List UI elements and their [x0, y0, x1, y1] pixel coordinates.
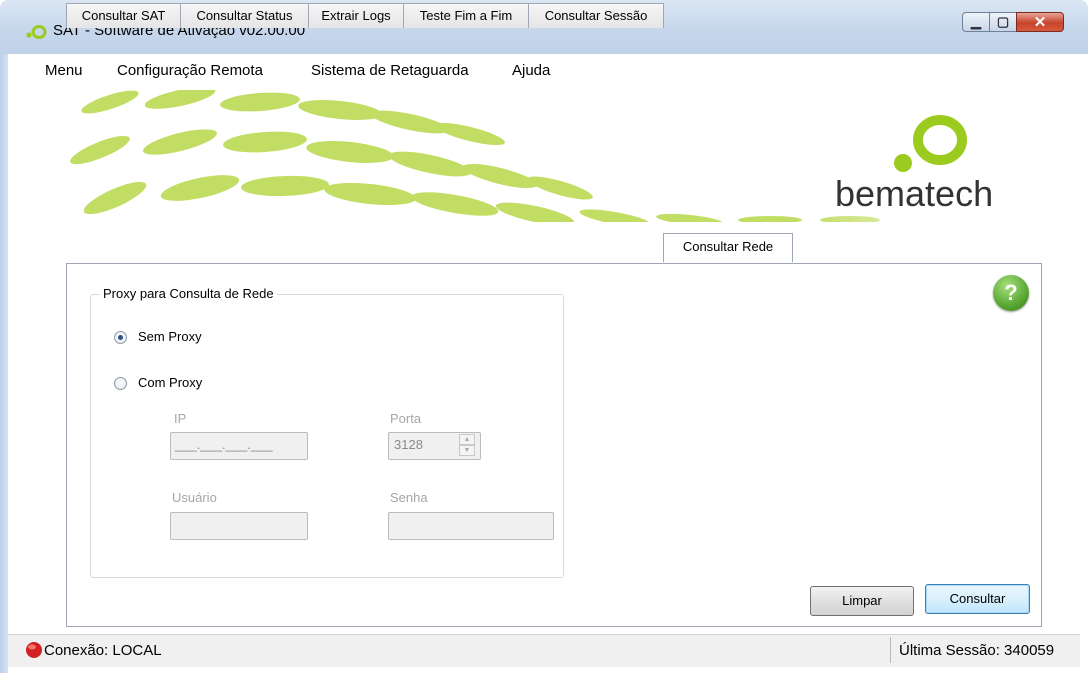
porta-label: Porta: [390, 411, 422, 426]
consultar-button[interactable]: Consultar: [925, 584, 1030, 614]
close-button[interactable]: ✕: [1016, 12, 1064, 32]
menu-item-configuracao-remota[interactable]: Configuração Remota: [117, 62, 263, 79]
tab-teste-fim-a-fim[interactable]: Teste Fim a Fim: [403, 3, 529, 28]
connection-status-icon: [26, 642, 42, 658]
menu-item-menu[interactable]: Menu: [45, 62, 83, 79]
spin-down-icon[interactable]: ▼: [459, 445, 475, 456]
ip-field-value: ___.___.___.___: [175, 437, 273, 452]
spin-up-icon[interactable]: ▲: [459, 434, 475, 445]
menu-item-sistema-retaguarda[interactable]: Sistema de Retaguarda: [311, 62, 469, 79]
tab-consultar-status[interactable]: Consultar Status: [180, 3, 309, 28]
status-separator: [890, 637, 891, 663]
porta-spinner[interactable]: ▲ ▼: [457, 432, 481, 460]
tab-consultar-sessao[interactable]: Consultar Sessão: [528, 3, 664, 28]
minimize-button[interactable]: ▁: [962, 12, 990, 32]
bematech-banner: bematech: [70, 90, 1042, 222]
menu-item-ajuda[interactable]: Ajuda: [512, 62, 550, 79]
tab-extrair-logs[interactable]: Extrair Logs: [308, 3, 404, 28]
minimize-icon: ▁: [971, 14, 981, 29]
maximize-icon: ▢: [996, 14, 1010, 29]
connection-status: Conexão: LOCAL: [44, 642, 162, 659]
senha-label: Senha: [390, 490, 428, 505]
ip-label: IP: [174, 411, 187, 426]
com-proxy-label[interactable]: Com Proxy: [138, 375, 202, 390]
maximize-button[interactable]: ▢: [989, 12, 1017, 32]
sem-proxy-radio[interactable]: [114, 331, 127, 344]
proxy-group-legend: Proxy para Consulta de Rede: [100, 286, 277, 301]
usuario-field[interactable]: [170, 512, 308, 540]
com-proxy-radio[interactable]: [114, 377, 127, 390]
usuario-label: Usuário: [172, 490, 217, 505]
tab-consultar-sat[interactable]: Consultar SAT: [66, 3, 181, 28]
sem-proxy-label[interactable]: Sem Proxy: [138, 329, 202, 344]
senha-field[interactable]: [388, 512, 554, 540]
menu-bar: Menu Configuração Remota Sistema de Reta…: [8, 54, 1080, 90]
brand-name: bematech: [835, 173, 993, 214]
tab-consultar-rede[interactable]: Consultar Rede: [663, 233, 793, 262]
banner-graphic: bematech: [70, 90, 1042, 222]
last-session: Última Sessão: 340059: [899, 642, 1055, 659]
limpar-button[interactable]: Limpar: [810, 586, 914, 616]
window-frame-left: [0, 54, 8, 673]
application-window: SAT - Software de Ativação v02.00.00 ▁ ▢…: [0, 0, 1088, 673]
close-icon: ✕: [1033, 14, 1047, 31]
sat-logo-icon: [26, 25, 47, 39]
porta-field-value: 3128: [394, 437, 423, 452]
help-icon[interactable]: ?: [993, 275, 1029, 311]
